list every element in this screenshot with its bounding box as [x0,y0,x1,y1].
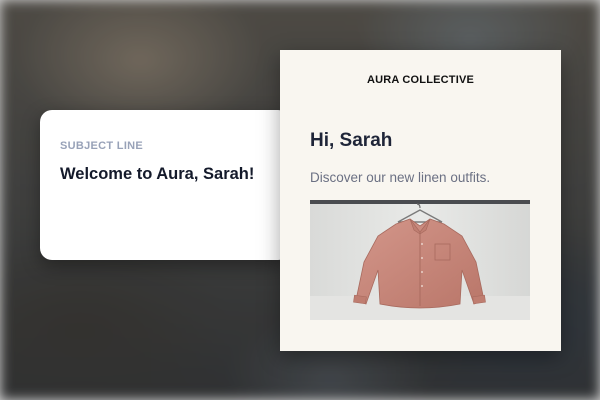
subject-line-label: SUBJECT LINE [60,140,144,152]
linen-shirt-image [310,200,530,320]
email-preview-card: AURA COLLECTIVE Hi, Sarah Discover our n… [280,50,561,351]
email-greeting: Hi, Sarah [310,130,393,151]
email-body-text: Discover our new linen outfits. [310,170,491,185]
subject-line-card: SUBJECT LINE Welcome to Aura, Sarah! [40,110,290,260]
product-image [310,200,530,320]
subject-line-text: Welcome to Aura, Sarah! [60,165,255,183]
brand-name: AURA COLLECTIVE [366,74,475,86]
